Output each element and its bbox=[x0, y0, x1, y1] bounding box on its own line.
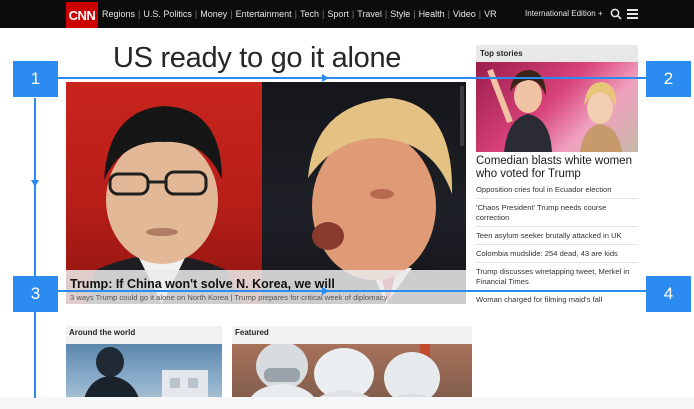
top-nav-bar: CNN Regions | U.S. Politics | Money | Enter… bbox=[0, 0, 694, 28]
bottom-strip bbox=[0, 397, 694, 409]
story-link[interactable]: Teen asylum seeker brutally attacked in … bbox=[476, 227, 638, 245]
nav-entertainment[interactable]: Entertainment bbox=[236, 9, 292, 19]
nav-sport[interactable]: Sport bbox=[327, 9, 349, 19]
nav-health[interactable]: Health bbox=[419, 9, 445, 19]
cnn-logo[interactable]: CNN bbox=[66, 2, 98, 28]
around-the-world-title: Around the world bbox=[69, 328, 136, 337]
nav-vr[interactable]: VR bbox=[484, 9, 497, 19]
hero-caption[interactable]: Trump: If China won't solve N. Korea, we… bbox=[70, 277, 335, 291]
annotation-marker-3: 3 bbox=[13, 276, 58, 312]
edition-selector[interactable]: International Edition + bbox=[525, 0, 603, 28]
annotation-marker-1: 1 bbox=[13, 61, 58, 97]
story-link[interactable]: Woman charged for filming maid's fall bbox=[476, 291, 638, 308]
story-link[interactable]: Opposition cries foul in Ecuador electio… bbox=[476, 181, 638, 199]
annotation-marker-4: 4 bbox=[646, 276, 691, 312]
top-stories-title: Top stories bbox=[476, 45, 638, 62]
top-story-image[interactable] bbox=[476, 62, 638, 152]
photo-credit bbox=[460, 86, 464, 146]
nav-style[interactable]: Style bbox=[390, 9, 410, 19]
nav-regions[interactable]: Regions bbox=[102, 9, 135, 19]
annotation-line-3-4 bbox=[57, 290, 647, 292]
nav-tech[interactable]: Tech bbox=[300, 9, 319, 19]
story-link[interactable]: Colombia mudslide: 254 dead, 43 are kids bbox=[476, 245, 638, 263]
annotation-arrow-1-3 bbox=[31, 180, 39, 187]
story-link[interactable]: 'Chaos President' Trump needs course cor… bbox=[476, 199, 638, 227]
hero-subtitle-links[interactable]: 3 ways Trump could go it alone on North … bbox=[70, 293, 387, 302]
search-icon[interactable] bbox=[610, 8, 622, 20]
annotation-arrow-1-2 bbox=[322, 74, 329, 82]
story-link[interactable]: Trump discusses wiretapping tweet, Merke… bbox=[476, 263, 638, 291]
nav-travel[interactable]: Travel bbox=[357, 9, 382, 19]
nav-video[interactable]: Video bbox=[453, 9, 476, 19]
annotation-marker-2: 2 bbox=[646, 61, 691, 97]
annotation-arrow-3-4 bbox=[322, 287, 329, 295]
top-story-headline[interactable]: Comedian blasts white women who voted fo… bbox=[476, 155, 638, 181]
main-nav: Regions | U.S. Politics | Money | Entertain… bbox=[102, 9, 497, 19]
hero-image[interactable] bbox=[66, 82, 466, 304]
annotation-line-1-3 bbox=[34, 98, 36, 398]
top-stories-sidebar: Top stories Comedian blasts white women … bbox=[476, 45, 638, 308]
nav-us-politics[interactable]: U.S. Politics bbox=[143, 9, 192, 19]
featured-title: Featured bbox=[235, 328, 269, 337]
annotation-line-1-2 bbox=[57, 77, 647, 79]
nav-money[interactable]: Money bbox=[200, 9, 227, 19]
hamburger-menu-icon[interactable] bbox=[627, 9, 638, 19]
main-headline[interactable]: US ready to go it alone bbox=[113, 42, 401, 75]
